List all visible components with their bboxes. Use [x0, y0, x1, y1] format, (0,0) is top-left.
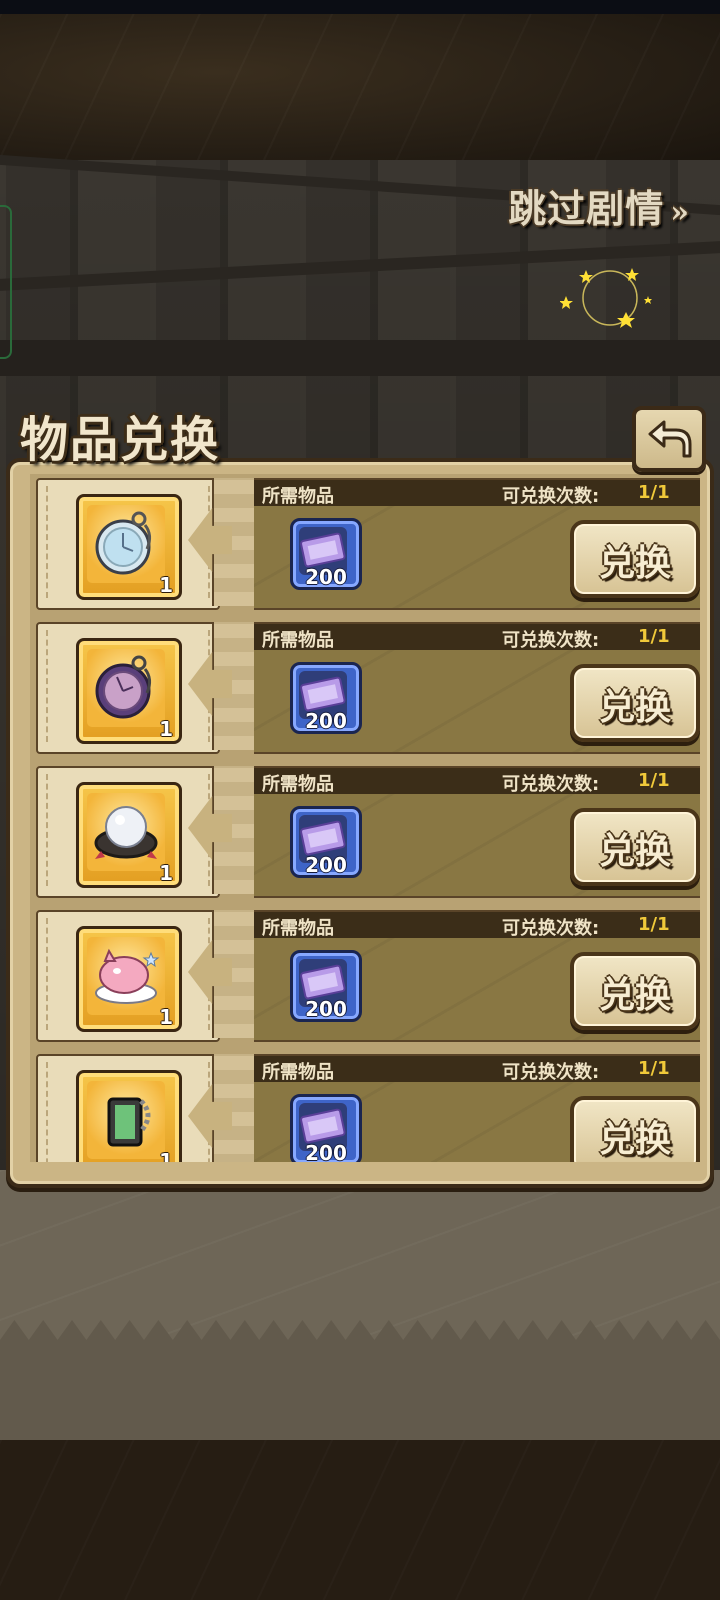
exchange-list[interactable]: 1 所需物品 可兑换次数: 1/1 200 兑换 1 所需物品 可兑换次数: 1… [30, 474, 700, 1162]
exchange-button[interactable]: 兑换 [570, 520, 700, 598]
exchange-count-label: 可兑换次数: [502, 918, 600, 939]
required-items-label: 所需物品 [262, 1062, 334, 1083]
exchange-button-label: 兑换 [598, 1118, 671, 1160]
exchange-button-label: 兑换 [598, 542, 671, 584]
back-arrow-icon [648, 420, 692, 458]
exchange-count-value: 1/1 [638, 914, 670, 935]
exchange-count-value: 1/1 [638, 1058, 670, 1079]
side-drawer-handle[interactable] [0, 205, 12, 359]
exchange-count-value: 1/1 [638, 626, 670, 647]
required-items-label: 所需物品 [262, 774, 334, 795]
reward-item-slot[interactable]: 1 [76, 1070, 182, 1162]
panel-title: 物品兑换 [20, 412, 221, 468]
required-items-label: 所需物品 [262, 918, 334, 939]
reward-item-slot[interactable]: 1 [76, 782, 182, 888]
double-chevron-right-icon: » [670, 195, 690, 230]
reward-qty: 1 [159, 573, 173, 597]
cost-item-slot[interactable]: 200 [290, 950, 362, 1022]
back-button[interactable] [632, 406, 706, 472]
crystal-orb-icon [94, 806, 158, 859]
exchange-row: 1 所需物品 可兑换次数: 1/1 200 兑换 [36, 622, 700, 754]
exchange-count-value: 1/1 [638, 770, 670, 791]
pocket-watch-icon [95, 655, 152, 719]
reward-qty: 1 [159, 1005, 173, 1029]
exchange-button-label: 兑换 [598, 686, 671, 728]
top-decor-band [0, 14, 720, 160]
exchange-row: 1 所需物品 可兑换次数: 1/1 200 兑换 [36, 766, 700, 898]
exchange-count-label: 可兑换次数: [502, 774, 600, 795]
cost-qty: 200 [305, 1141, 347, 1162]
required-items-label: 所需物品 [262, 486, 334, 507]
loading-stars-icon [560, 268, 652, 328]
cost-item-slot[interactable]: 200 [290, 662, 362, 734]
exchange-row: 1 所需物品 可兑换次数: 1/1 200 兑换 [36, 910, 700, 1042]
skip-story-label: 跳过剧情 [508, 186, 665, 231]
exchange-button[interactable]: 兑换 [570, 808, 700, 886]
exchange-button[interactable]: 兑换 [570, 664, 700, 742]
green-lantern-icon [107, 1097, 151, 1147]
status-bar [0, 0, 720, 14]
exchange-count-label: 可兑换次数: [502, 630, 600, 651]
exchange-count-label: 可兑换次数: [502, 486, 600, 507]
reward-item-slot[interactable]: 1 [76, 638, 182, 744]
cost-item-slot[interactable]: 200 [290, 806, 362, 878]
pink-pig-pillow-icon [95, 948, 160, 1004]
bottom-decor-band [0, 1440, 720, 1600]
exchange-count-value: 1/1 [638, 482, 670, 503]
cost-qty: 200 [305, 709, 347, 733]
reward-qty: 1 [159, 717, 173, 741]
exchange-row: 1 所需物品 可兑换次数: 1/1 200 兑换 [36, 1054, 700, 1162]
pocket-watch-icon [95, 511, 152, 575]
cost-item-slot[interactable]: 200 [290, 1094, 362, 1162]
reward-qty: 1 [159, 861, 173, 885]
exchange-button-label: 兑换 [598, 830, 671, 872]
exchange-button[interactable]: 兑换 [570, 952, 700, 1030]
exchange-panel: 1 所需物品 可兑换次数: 1/1 200 兑换 1 所需物品 可兑换次数: 1… [6, 458, 714, 1188]
required-items-label: 所需物品 [262, 630, 334, 651]
exchange-count-label: 可兑换次数: [502, 1062, 600, 1083]
skip-story-button[interactable]: 跳过剧情» [508, 178, 690, 233]
reward-item-slot[interactable]: 1 [76, 494, 182, 600]
cost-qty: 200 [305, 853, 347, 877]
reward-qty: 1 [159, 1149, 173, 1162]
cost-qty: 200 [305, 997, 347, 1021]
exchange-row: 1 所需物品 可兑换次数: 1/1 200 兑换 [36, 478, 700, 610]
exchange-button-label: 兑换 [598, 974, 671, 1016]
cost-qty: 200 [305, 565, 347, 589]
reward-item-slot[interactable]: 1 [76, 926, 182, 1032]
exchange-button[interactable]: 兑换 [570, 1096, 700, 1162]
cost-item-slot[interactable]: 200 [290, 518, 362, 590]
bottom-backdrop [0, 1170, 720, 1440]
